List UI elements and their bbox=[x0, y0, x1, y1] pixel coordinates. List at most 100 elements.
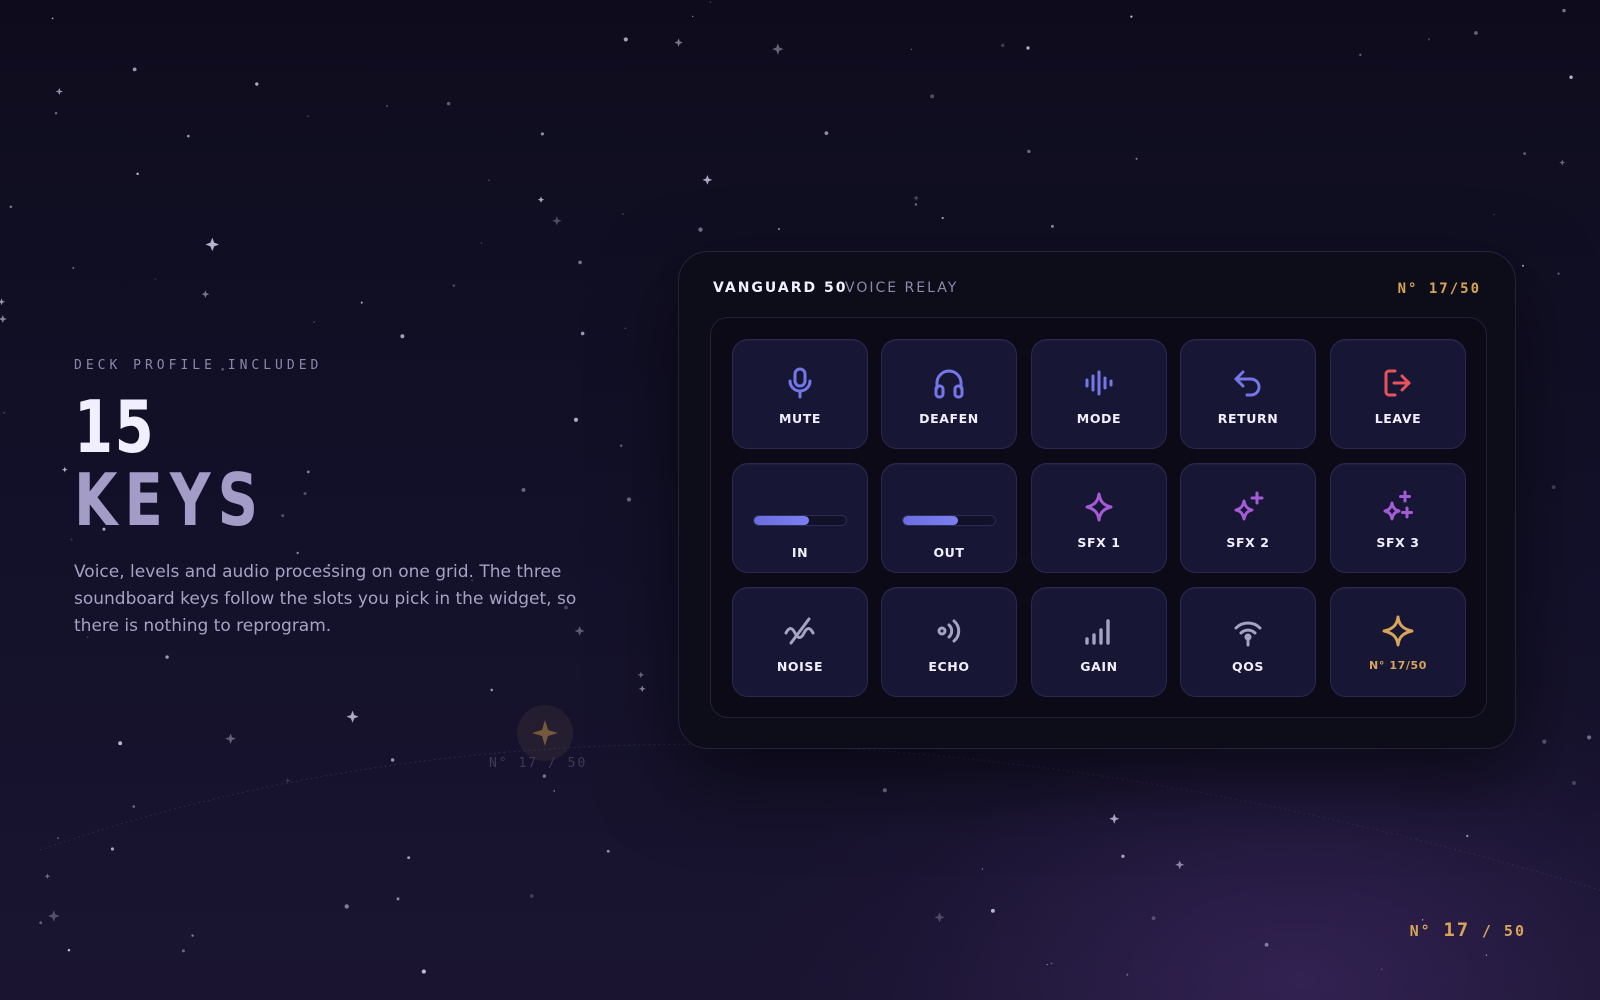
star bbox=[165, 655, 169, 659]
star bbox=[709, 1, 712, 4]
star bbox=[51, 17, 54, 20]
star bbox=[910, 48, 913, 51]
star bbox=[913, 195, 920, 201]
edition-key[interactable]: N° 17/50 bbox=[1330, 587, 1466, 697]
star bbox=[396, 897, 400, 901]
star bbox=[56, 837, 59, 840]
star bbox=[930, 94, 935, 99]
star bbox=[67, 948, 71, 952]
star bbox=[48, 910, 60, 922]
star bbox=[360, 301, 363, 304]
star bbox=[225, 733, 236, 744]
star bbox=[638, 685, 646, 693]
star bbox=[136, 172, 139, 176]
star bbox=[882, 788, 887, 793]
star bbox=[1027, 149, 1031, 154]
noise-key[interactable]: NOISE bbox=[732, 587, 868, 697]
ghost-serial-label: N° 17 / 50 bbox=[489, 756, 588, 771]
star bbox=[1474, 31, 1478, 35]
deck-serial: N° 17/50 bbox=[1397, 281, 1481, 297]
star bbox=[1586, 735, 1592, 740]
input-level-fill bbox=[754, 516, 810, 525]
star bbox=[777, 227, 781, 231]
input-level-label: IN bbox=[791, 545, 809, 560]
star bbox=[3, 411, 5, 414]
star bbox=[580, 331, 585, 336]
signal-bars-icon bbox=[1082, 614, 1116, 648]
star bbox=[72, 266, 75, 269]
star bbox=[386, 105, 388, 107]
input-level-key[interactable]: IN bbox=[732, 463, 868, 573]
edition-key-label: N° 17/50 bbox=[1369, 659, 1427, 672]
sfx-3-label: SFX 3 bbox=[1376, 535, 1420, 550]
echo-key[interactable]: ECHO bbox=[881, 587, 1017, 697]
star bbox=[637, 671, 645, 679]
gain-key[interactable]: GAIN bbox=[1031, 587, 1167, 697]
stream-deck-panel: VANGUARD 50 VOICE RELAY N° 17/50 MUTE DE… bbox=[678, 251, 1516, 749]
qos-key[interactable]: QOS bbox=[1180, 587, 1316, 697]
star bbox=[1521, 264, 1524, 267]
sparkle-plus-icon bbox=[1231, 490, 1265, 524]
star bbox=[118, 741, 123, 746]
star bbox=[552, 216, 562, 226]
star bbox=[132, 67, 137, 72]
star bbox=[1135, 157, 1138, 160]
waveform-icon bbox=[1082, 366, 1116, 400]
star bbox=[1562, 8, 1566, 13]
star bbox=[1001, 43, 1005, 48]
star bbox=[1427, 38, 1431, 41]
return-key[interactable]: RETURN bbox=[1180, 339, 1316, 449]
star bbox=[55, 87, 63, 96]
star bbox=[205, 237, 220, 252]
star bbox=[691, 15, 694, 18]
return-key-label: RETURN bbox=[1217, 411, 1279, 426]
hero-keys-word: KEYS bbox=[74, 458, 266, 542]
star bbox=[1493, 214, 1495, 216]
star bbox=[44, 873, 51, 880]
mute-key[interactable]: MUTE bbox=[732, 339, 868, 449]
star bbox=[623, 37, 628, 42]
star bbox=[981, 868, 984, 870]
star bbox=[154, 278, 157, 280]
star bbox=[702, 175, 713, 185]
leave-key[interactable]: LEAVE bbox=[1330, 339, 1466, 449]
star bbox=[307, 115, 309, 118]
hero-description: Voice, levels and audio processing on on… bbox=[74, 562, 577, 636]
star bbox=[537, 196, 545, 203]
echo-icon bbox=[932, 614, 966, 648]
star bbox=[934, 912, 945, 923]
sfx-3-key[interactable]: SFX 3 bbox=[1330, 463, 1466, 573]
star bbox=[606, 849, 610, 853]
star bbox=[1551, 485, 1556, 489]
star bbox=[698, 227, 703, 232]
output-level-meter bbox=[902, 515, 996, 526]
sfx-2-key[interactable]: SFX 2 bbox=[1180, 463, 1316, 573]
deck-header: VANGUARD 50 VOICE RELAY N° 17/50 bbox=[713, 280, 1481, 300]
deafen-key[interactable]: DEAFEN bbox=[881, 339, 1017, 449]
star bbox=[390, 758, 395, 762]
mode-key-label: MODE bbox=[1076, 411, 1122, 426]
star bbox=[772, 43, 784, 55]
star bbox=[1264, 942, 1269, 947]
star bbox=[626, 497, 632, 502]
headphones-icon bbox=[932, 366, 966, 400]
star bbox=[1542, 739, 1547, 744]
star bbox=[578, 260, 582, 265]
star bbox=[1050, 224, 1054, 228]
mode-key[interactable]: MODE bbox=[1031, 339, 1167, 449]
sparkles-icon bbox=[1381, 490, 1415, 524]
star bbox=[1175, 860, 1185, 870]
star bbox=[1571, 780, 1577, 786]
star bbox=[344, 904, 349, 909]
star bbox=[346, 710, 359, 723]
star bbox=[540, 132, 544, 136]
sfx-1-key[interactable]: SFX 1 bbox=[1031, 463, 1167, 573]
star bbox=[1559, 159, 1566, 166]
star bbox=[1026, 46, 1030, 50]
hero-eyebrow: DECK PROFILE INCLUDED bbox=[74, 358, 323, 373]
hero-section: DECK PROFILE INCLUDED 15 KEYS Voice, lev… bbox=[74, 358, 614, 640]
star bbox=[187, 134, 190, 138]
star bbox=[400, 334, 405, 339]
star bbox=[0, 298, 6, 306]
output-level-key[interactable]: OUT bbox=[881, 463, 1017, 573]
